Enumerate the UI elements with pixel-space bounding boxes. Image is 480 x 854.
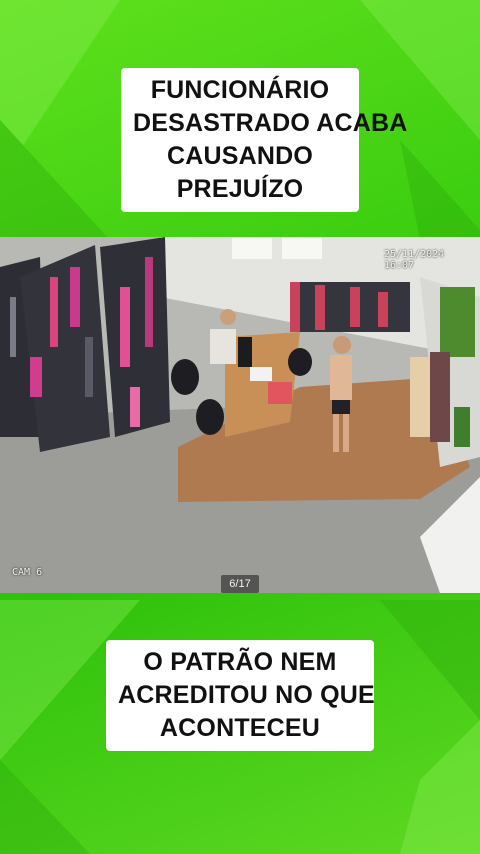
- caption-line: PREJUÍZO: [176, 175, 304, 203]
- camera-label: CAM 6: [12, 567, 43, 578]
- caption-line: DESASTRADO ACABA: [133, 109, 408, 137]
- caption-line: O PATRÃO NEM: [143, 648, 337, 676]
- cctv-scene: [0, 237, 480, 593]
- cctv-video-frame[interactable]: CAM 6 25/11/2024 16:07 6/17: [0, 237, 480, 593]
- caption-line: CAUSANDO: [166, 142, 314, 170]
- top-caption: FUNCIONÁRIO DESASTRADO ACABA CAUSANDO PR…: [121, 68, 408, 212]
- caption-line: FUNCIONÁRIO: [150, 76, 330, 104]
- timestamp: 25/11/2024 16:07: [384, 249, 445, 271]
- slide-counter: 6/17: [221, 575, 259, 593]
- caption-line: ACREDITOU NO QUE: [118, 681, 375, 709]
- caption-line: ACONTECEU: [159, 714, 321, 742]
- bottom-caption: O PATRÃO NEM ACREDITOU NO QUE ACONTECEU: [106, 640, 375, 751]
